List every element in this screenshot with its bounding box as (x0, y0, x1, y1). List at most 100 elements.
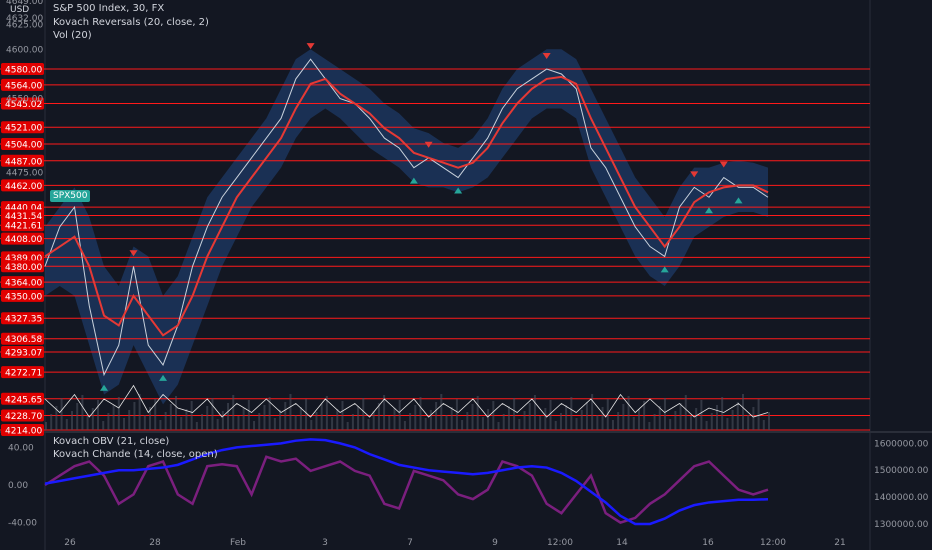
volume-bar (689, 416, 692, 430)
volume-bar (471, 404, 474, 430)
volume-bar (65, 419, 68, 430)
volume-bar (169, 404, 172, 430)
volume-bar (60, 398, 63, 430)
volume-bar (237, 416, 240, 430)
volume-bar (331, 417, 334, 430)
volume-bar (76, 403, 79, 430)
volume-bar (502, 414, 505, 430)
volume-bar (617, 412, 620, 430)
volume-bar (123, 418, 126, 430)
volume-bar (284, 402, 287, 430)
indicator-legend-vol[interactable]: Vol (20) (53, 30, 92, 41)
volume-bar (466, 412, 469, 430)
volume-bar (299, 407, 302, 430)
time-axis-label: 16 (702, 538, 714, 548)
volume-bar (133, 402, 136, 430)
volume-bar (211, 398, 214, 430)
volume-bar (637, 409, 640, 430)
volume-bar (721, 397, 724, 430)
time-axis-label: 14 (616, 538, 628, 548)
volume-bar (695, 408, 698, 430)
volume-bar (247, 400, 250, 430)
time-axis-label: 12:00 (547, 538, 573, 548)
time-axis-label: 3 (322, 538, 328, 548)
volume-bar (138, 394, 141, 430)
chart-title[interactable]: S&P 500 Index, 30, FX (53, 3, 164, 14)
level-label: 4380.00 (5, 263, 42, 273)
volume-bar (305, 399, 308, 430)
volume-bar (206, 406, 209, 430)
volume-bar (112, 405, 115, 430)
level-label: 4245.65 (5, 395, 42, 405)
volume-bar (185, 409, 188, 430)
level-label: 4272.71 (5, 369, 42, 379)
level-label: 4364.00 (5, 279, 42, 289)
level-label: 4580.00 (5, 66, 42, 76)
volume-bar (700, 400, 703, 430)
volume-bar (549, 400, 552, 430)
chart-canvas[interactable]: 4580.004564.004545.024521.004504.004487.… (0, 0, 932, 550)
volume-bar (429, 410, 432, 430)
volume-bar (315, 412, 318, 430)
volume-bar (596, 415, 599, 430)
level-label: 4564.00 (5, 81, 42, 91)
volume-bar (159, 420, 162, 430)
volume-bar (351, 414, 354, 430)
volume-bar (201, 414, 204, 430)
volume-bar (279, 410, 282, 430)
volume-bar (367, 419, 370, 430)
time-axis-label: 28 (149, 538, 161, 548)
volume-bar (580, 410, 583, 430)
volume-bar (528, 403, 531, 430)
volume-bar (258, 413, 261, 430)
time-axis-label: 26 (64, 538, 76, 548)
volume-bar (263, 405, 266, 430)
indicator-legend-obv[interactable]: Kovach OBV (21, close) (53, 436, 169, 447)
volume-bar (513, 398, 516, 430)
volume-bar (97, 400, 100, 430)
volume-bar (570, 397, 573, 430)
volume-bar (575, 418, 578, 430)
chande-axis-label: -40.00 (8, 519, 37, 529)
volume-bar (539, 416, 542, 430)
volume-bar (435, 402, 438, 430)
level-label: 4327.35 (5, 315, 42, 325)
volume-bar (762, 420, 765, 430)
indicator-legend-chande[interactable]: Kovach Chande (14, close, open) (53, 449, 218, 460)
indicator-legend-reversals[interactable]: Kovach Reversals (20, close, 2) (53, 17, 209, 28)
volume-bar (143, 415, 146, 430)
volume-bar (653, 414, 656, 430)
volume-bar (710, 413, 713, 430)
volume-bar (45, 422, 47, 430)
volume-bar (357, 406, 360, 430)
volume-bar (611, 420, 614, 430)
obv-axis-label: 1600000.00 (874, 439, 929, 449)
price-band (45, 49, 768, 405)
chande-axis-label: 0.00 (8, 481, 28, 491)
volume-bar (669, 419, 672, 430)
volume-bar (221, 411, 224, 430)
volume-bar (409, 413, 412, 430)
volume-bar (715, 405, 718, 430)
price-axis-label: 4600.00 (6, 45, 43, 55)
volume-bar (622, 404, 625, 430)
volume-bar (518, 419, 521, 430)
volume-bar (117, 397, 120, 430)
level-label: 4350.00 (5, 292, 42, 302)
volume-bar (741, 394, 744, 430)
volume-bar (414, 405, 417, 430)
volume-bar (487, 409, 490, 430)
volume-bar (497, 422, 500, 430)
volume-bar (50, 414, 53, 430)
price-axis-label: 4550.00 (6, 95, 43, 105)
level-label: 4487.00 (5, 157, 42, 167)
volume-bar (232, 395, 235, 430)
volume-bar (180, 417, 183, 430)
volume-bar (273, 418, 276, 430)
volume-bar (461, 420, 464, 430)
volume-bar (663, 398, 666, 430)
time-axis-label: Feb (230, 538, 246, 548)
volume-bar (440, 394, 443, 430)
obv-axis-label: 1500000.00 (874, 466, 929, 476)
volume-bar (310, 420, 313, 430)
